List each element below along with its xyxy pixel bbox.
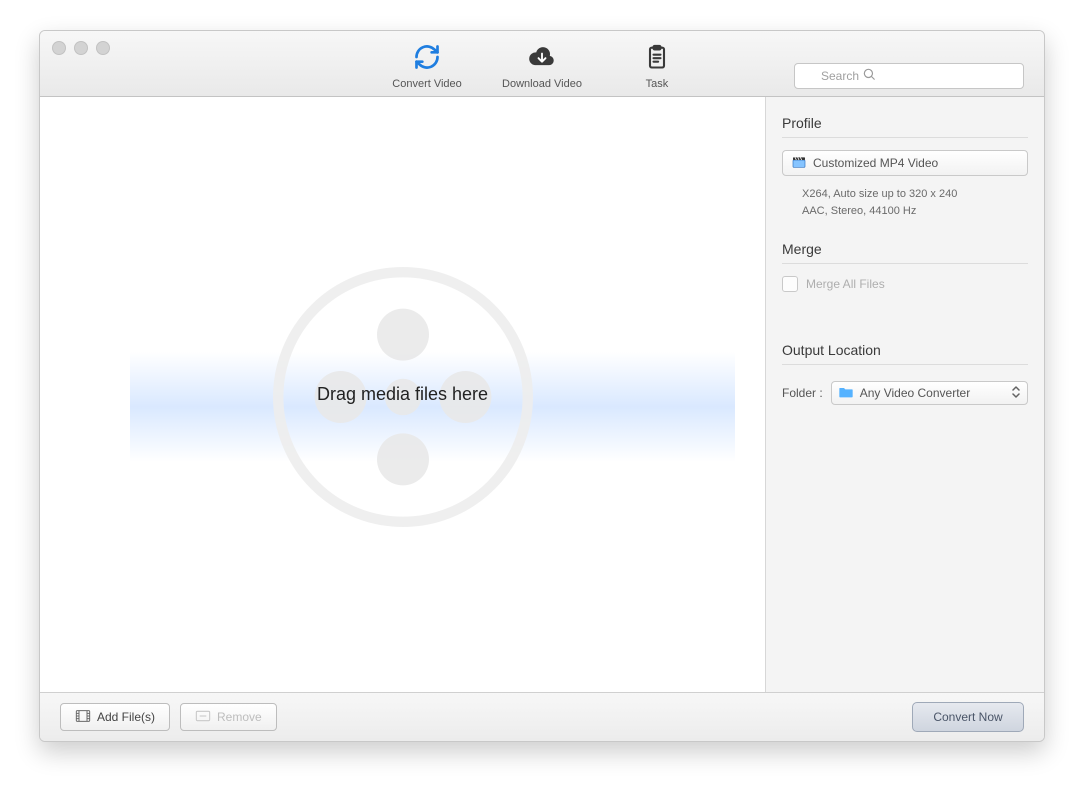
film-strip-icon xyxy=(75,709,91,726)
minimize-window-button[interactable] xyxy=(74,41,88,55)
remove-icon xyxy=(195,709,211,726)
tab-label: Download Video xyxy=(502,78,582,90)
profile-details: X264, Auto size up to 320 x 240 AAC, Ste… xyxy=(782,186,1028,219)
media-drop-area[interactable]: Drag media files here xyxy=(40,97,766,692)
profile-detail-line: X264, Auto size up to 320 x 240 xyxy=(802,186,1028,203)
output-folder-row: Folder : Any Video Converter xyxy=(782,381,1028,405)
app-window: Convert Video Download Video xyxy=(39,30,1045,742)
refresh-icon xyxy=(413,43,441,74)
clapperboard-icon xyxy=(791,154,807,173)
tab-convert-video[interactable]: Convert Video xyxy=(392,43,462,90)
close-window-button[interactable] xyxy=(52,41,66,55)
search-wrap xyxy=(794,63,1024,89)
divider xyxy=(782,364,1028,365)
folder-value: Any Video Converter xyxy=(860,386,971,400)
merge-all-checkbox[interactable] xyxy=(782,276,798,292)
output-folder-selector[interactable]: Any Video Converter xyxy=(831,381,1028,405)
updown-chevron-icon xyxy=(1011,385,1021,402)
drop-hint-text: Drag media files here xyxy=(317,384,488,405)
tab-label: Task xyxy=(646,78,669,90)
tab-label: Convert Video xyxy=(392,78,462,90)
toolbar-tabs: Convert Video Download Video xyxy=(392,31,692,96)
add-files-label: Add File(s) xyxy=(97,710,155,724)
folder-label: Folder : xyxy=(782,386,823,400)
remove-button[interactable]: Remove xyxy=(180,703,277,731)
maximize-window-button[interactable] xyxy=(96,41,110,55)
side-panel: Profile Customized MP4 Video X264, Auto … xyxy=(766,97,1044,692)
convert-now-button[interactable]: Convert Now xyxy=(912,702,1024,732)
bottom-toolbar: Add File(s) Remove Convert Now xyxy=(40,692,1044,741)
search-input[interactable] xyxy=(794,63,1024,89)
content-area: Drag media files here Profile Customized… xyxy=(40,97,1044,692)
add-files-button[interactable]: Add File(s) xyxy=(60,703,170,731)
toolbar: Convert Video Download Video xyxy=(40,31,1044,97)
window-controls xyxy=(52,41,110,55)
cloud-download-icon xyxy=(528,43,556,74)
clipboard-icon xyxy=(643,43,671,74)
divider xyxy=(782,137,1028,138)
remove-label: Remove xyxy=(217,710,262,724)
tab-task[interactable]: Task xyxy=(622,43,692,90)
profile-selector[interactable]: Customized MP4 Video xyxy=(782,150,1028,176)
profile-selected-label: Customized MP4 Video xyxy=(813,156,938,170)
divider xyxy=(782,263,1028,264)
merge-section-title: Merge xyxy=(782,241,1028,257)
folder-icon xyxy=(838,385,854,402)
convert-label: Convert Now xyxy=(933,710,1002,724)
profile-detail-line: AAC, Stereo, 44100 Hz xyxy=(802,203,1028,220)
merge-row: Merge All Files xyxy=(782,276,1028,292)
merge-checkbox-label: Merge All Files xyxy=(806,277,885,291)
tab-download-video[interactable]: Download Video xyxy=(502,43,582,90)
profile-section-title: Profile xyxy=(782,115,1028,131)
output-section-title: Output Location xyxy=(782,342,1028,358)
